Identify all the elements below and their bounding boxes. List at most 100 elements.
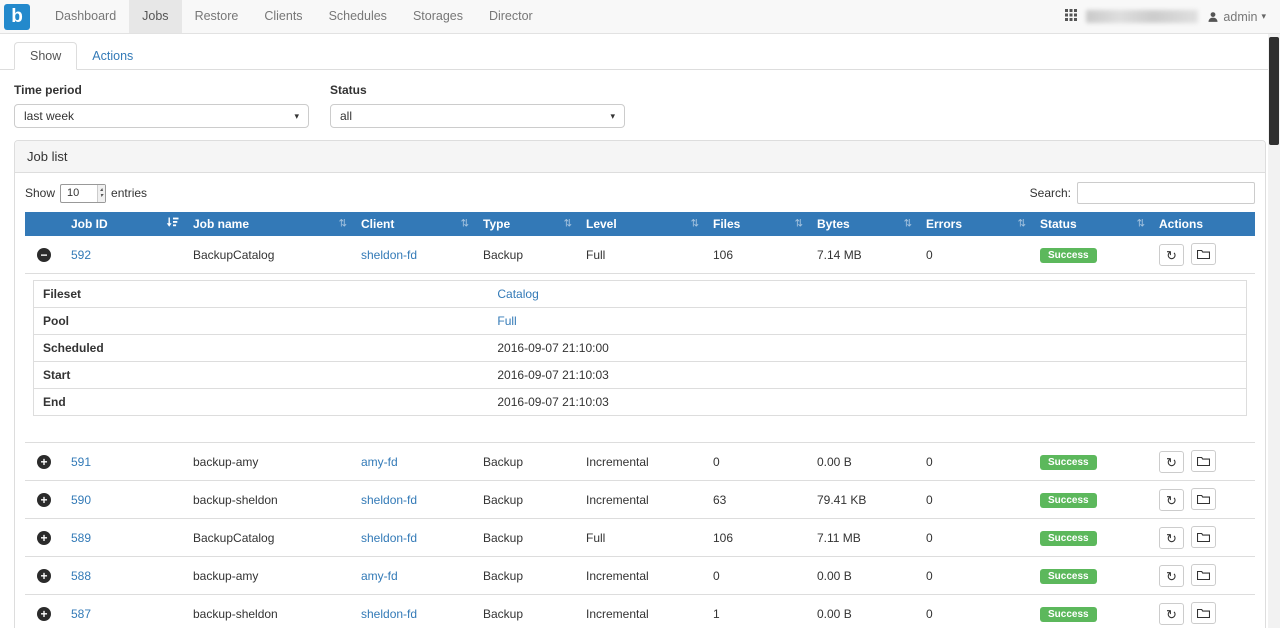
restart-job-button[interactable]: ↻ bbox=[1159, 489, 1184, 511]
job-id-link[interactable]: 591 bbox=[71, 455, 91, 469]
status-select[interactable]: all ▾ bbox=[330, 104, 625, 128]
col-label: Job name bbox=[193, 217, 249, 231]
job-files-button[interactable] bbox=[1191, 564, 1216, 586]
sort-icon: ⇅ bbox=[564, 219, 572, 230]
job-row: + 589 BackupCatalog sheldon-fd Backup Fu… bbox=[25, 519, 1255, 557]
col-status[interactable]: Status⇅ bbox=[1032, 212, 1151, 236]
job-errors-cell: 0 bbox=[918, 519, 1032, 557]
status-badge: Success bbox=[1040, 493, 1097, 508]
expand-row-button[interactable]: + bbox=[37, 569, 51, 583]
job-name-cell: BackupCatalog bbox=[185, 519, 353, 557]
job-id-link[interactable]: 589 bbox=[71, 531, 91, 545]
vertical-scrollbar[interactable] bbox=[1268, 34, 1280, 628]
col-bytes[interactable]: Bytes⇅ bbox=[809, 212, 918, 236]
col-errors[interactable]: Errors⇅ bbox=[918, 212, 1032, 236]
restart-job-button[interactable]: ↻ bbox=[1159, 244, 1184, 266]
nav-item-schedules[interactable]: Schedules bbox=[316, 0, 400, 33]
job-type-cell: Backup bbox=[475, 481, 578, 519]
user-icon bbox=[1207, 11, 1219, 23]
job-detail-link[interactable]: Catalog bbox=[497, 287, 538, 301]
job-files-cell: 0 bbox=[705, 557, 809, 595]
expand-row-button[interactable]: + bbox=[37, 531, 51, 545]
job-files-button[interactable] bbox=[1191, 602, 1216, 624]
job-name-cell: backup-amy bbox=[185, 557, 353, 595]
jobs-table-header: Job ID Job name⇅ Client⇅ bbox=[25, 212, 1255, 236]
job-type-cell: Backup bbox=[475, 443, 578, 481]
client-link[interactable]: amy-fd bbox=[361, 569, 398, 583]
col-job-name[interactable]: Job name⇅ bbox=[185, 212, 353, 236]
client-link[interactable]: sheldon-fd bbox=[361, 493, 417, 507]
job-detail-row: Pool Full bbox=[34, 308, 1247, 335]
restart-job-button[interactable]: ↻ bbox=[1159, 527, 1184, 549]
time-period-select[interactable]: last week ▾ bbox=[14, 104, 309, 128]
tab-show[interactable]: Show bbox=[14, 42, 77, 70]
client-link[interactable]: sheldon-fd bbox=[361, 248, 417, 262]
user-menu[interactable]: admin ▾ bbox=[1207, 10, 1266, 24]
chevron-down-icon: ▾ bbox=[294, 111, 299, 122]
expand-row-button[interactable]: + bbox=[37, 607, 51, 621]
col-label: Level bbox=[586, 217, 617, 231]
job-name-cell: BackupCatalog bbox=[185, 236, 353, 274]
job-detail-value: Catalog bbox=[488, 281, 1246, 308]
folder-icon bbox=[1197, 494, 1210, 505]
job-detail-link[interactable]: Full bbox=[497, 314, 516, 328]
job-row: − 592 BackupCatalog sheldon-fd Backup Fu… bbox=[25, 236, 1255, 274]
job-files-button[interactable] bbox=[1191, 526, 1216, 548]
job-bytes-cell: 0.00 B bbox=[809, 557, 918, 595]
job-bytes-cell: 7.14 MB bbox=[809, 236, 918, 274]
col-files[interactable]: Files⇅ bbox=[705, 212, 809, 236]
col-job-id[interactable]: Job ID bbox=[63, 212, 185, 236]
col-label: Type bbox=[483, 217, 510, 231]
nav-item-storages[interactable]: Storages bbox=[400, 0, 476, 33]
job-detail-row: Scheduled 2016-09-07 21:10:00 bbox=[34, 335, 1247, 362]
job-detail-label: End bbox=[34, 389, 489, 416]
status-filter: Status all ▾ bbox=[330, 83, 625, 128]
job-id-link[interactable]: 588 bbox=[71, 569, 91, 583]
nav-item-director[interactable]: Director bbox=[476, 0, 546, 33]
job-files-button[interactable] bbox=[1191, 243, 1216, 265]
search-label: Search: bbox=[1030, 186, 1071, 200]
col-client[interactable]: Client⇅ bbox=[353, 212, 475, 236]
job-id-link[interactable]: 592 bbox=[71, 248, 91, 262]
client-link[interactable]: sheldon-fd bbox=[361, 531, 417, 545]
restart-job-button[interactable]: ↻ bbox=[1159, 565, 1184, 587]
restart-icon: ↻ bbox=[1166, 570, 1177, 583]
col-level[interactable]: Level⇅ bbox=[578, 212, 705, 236]
job-files-button[interactable] bbox=[1191, 488, 1216, 510]
job-id-link[interactable]: 587 bbox=[71, 607, 91, 621]
restart-icon: ↻ bbox=[1166, 494, 1177, 507]
col-label: Bytes bbox=[817, 217, 850, 231]
scrollbar-thumb[interactable] bbox=[1269, 37, 1279, 145]
nav-item-restore[interactable]: Restore bbox=[182, 0, 252, 33]
navbar-right: admin ▾ bbox=[1065, 0, 1280, 33]
restart-icon: ↻ bbox=[1166, 456, 1177, 469]
tab-actions[interactable]: Actions bbox=[77, 43, 148, 69]
nav-item-dashboard[interactable]: Dashboard bbox=[42, 0, 129, 33]
api-host-selector[interactable] bbox=[1086, 10, 1198, 23]
entries-select[interactable]: 10 ▴▾ bbox=[60, 184, 106, 203]
collapse-row-button[interactable]: − bbox=[37, 248, 51, 262]
nav-item-clients[interactable]: Clients bbox=[251, 0, 315, 33]
baculum-logo[interactable]: b bbox=[4, 4, 30, 30]
restart-job-button[interactable]: ↻ bbox=[1159, 603, 1184, 625]
job-level-cell: Incremental bbox=[578, 481, 705, 519]
job-detail-value: Full bbox=[488, 308, 1246, 335]
expand-row-button[interactable]: + bbox=[37, 455, 51, 469]
client-link[interactable]: sheldon-fd bbox=[361, 607, 417, 621]
job-files-button[interactable] bbox=[1191, 450, 1216, 472]
col-type[interactable]: Type ⇅ bbox=[475, 212, 578, 236]
search-input[interactable] bbox=[1077, 182, 1255, 204]
job-type-cell: Backup bbox=[475, 236, 578, 274]
job-id-link[interactable]: 590 bbox=[71, 493, 91, 507]
folder-icon bbox=[1197, 608, 1210, 619]
restart-job-button[interactable]: ↻ bbox=[1159, 451, 1184, 473]
nav-item-jobs[interactable]: Jobs bbox=[129, 0, 181, 33]
job-name-cell: backup-amy bbox=[185, 443, 353, 481]
expand-row-button[interactable]: + bbox=[37, 493, 51, 507]
folder-icon bbox=[1197, 570, 1210, 581]
job-level-cell: Full bbox=[578, 519, 705, 557]
job-files-cell: 0 bbox=[705, 443, 809, 481]
job-files-cell: 1 bbox=[705, 595, 809, 628]
job-detail-label: Fileset bbox=[34, 281, 489, 308]
client-link[interactable]: amy-fd bbox=[361, 455, 398, 469]
